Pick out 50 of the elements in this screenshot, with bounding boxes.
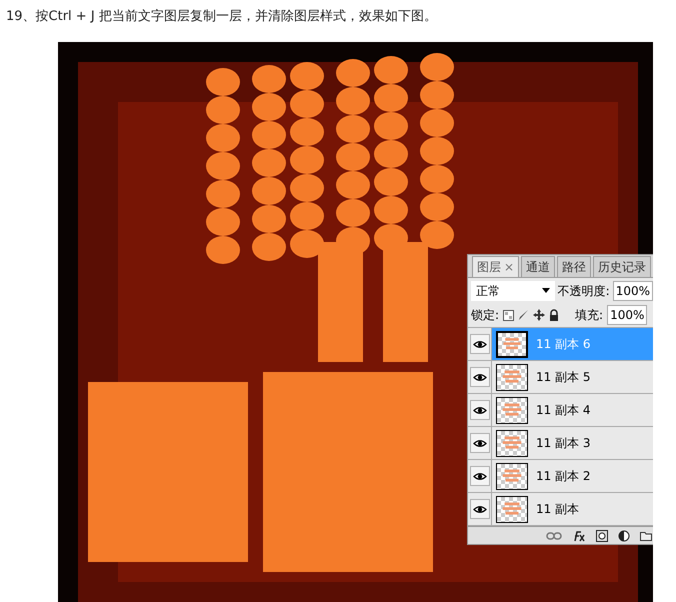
layer-thumbnail (496, 330, 528, 358)
mask-icon[interactable] (596, 530, 608, 542)
visibility-toggle[interactable] (470, 466, 490, 486)
panel-tab[interactable]: 图层 × (472, 256, 520, 278)
layer-thumbnail (496, 496, 528, 523)
layer-thumbnail (496, 396, 528, 424)
opacity-field[interactable]: 100% (612, 280, 653, 301)
tab-label: 历史记录 (598, 259, 646, 276)
tab-label: 图层 (477, 259, 501, 276)
lock-label: 锁定: (471, 307, 500, 324)
eye-icon (472, 372, 486, 382)
lock-icon[interactable] (549, 309, 560, 322)
eye-icon (472, 406, 486, 415)
layer-name: 11 副本 2 (536, 468, 591, 486)
visibility-toggle[interactable] (470, 334, 490, 354)
layer-name: 11 副本 (536, 501, 580, 518)
fill-label: 填充: (575, 307, 604, 324)
eye-icon (472, 340, 486, 349)
caret-icon (542, 288, 550, 294)
move-icon[interactable] (533, 309, 546, 322)
link-icon[interactable] (546, 532, 562, 540)
layer-thumbnail (496, 364, 528, 391)
checker-square-icon[interactable] (503, 310, 514, 321)
blend-mode-dropdown[interactable]: 正常 (471, 280, 555, 301)
panel-tab[interactable]: 路径 (557, 256, 592, 278)
folder-icon[interactable] (640, 530, 652, 541)
layer-name: 11 副本 6 (536, 336, 591, 354)
layer-name: 11 副本 4 (536, 402, 591, 420)
panel-tab[interactable]: 通道 (521, 256, 556, 278)
close-tab-button[interactable]: × (504, 258, 514, 276)
opacity-label: 不透明度: (558, 282, 610, 300)
half-circle-icon[interactable] (618, 530, 630, 542)
visibility-toggle[interactable] (470, 499, 490, 520)
tab-label: 通道 (526, 259, 550, 276)
layer-thumbnail (496, 430, 528, 457)
visibility-toggle[interactable] (470, 400, 490, 420)
tab-label: 路径 (562, 259, 586, 276)
layer-name: 11 副本 3 (536, 435, 591, 452)
step-caption: 19、按Ctrl + J 把当前文字图层复制一层，并清除图层样式，效果如下图。 (5, 8, 438, 26)
visibility-toggle[interactable] (470, 367, 490, 388)
layer-name: 11 副本 5 (536, 369, 591, 386)
panel-tab[interactable]: 历史记录 (593, 256, 652, 278)
effects-icon[interactable] (572, 530, 586, 542)
eye-icon (472, 472, 486, 481)
visibility-toggle[interactable] (470, 433, 490, 454)
eye-icon (472, 438, 486, 448)
fill-field[interactable]: 100% (607, 305, 648, 326)
eye-icon (472, 504, 486, 514)
brush-icon[interactable] (518, 309, 530, 322)
layer-thumbnail (496, 462, 528, 490)
